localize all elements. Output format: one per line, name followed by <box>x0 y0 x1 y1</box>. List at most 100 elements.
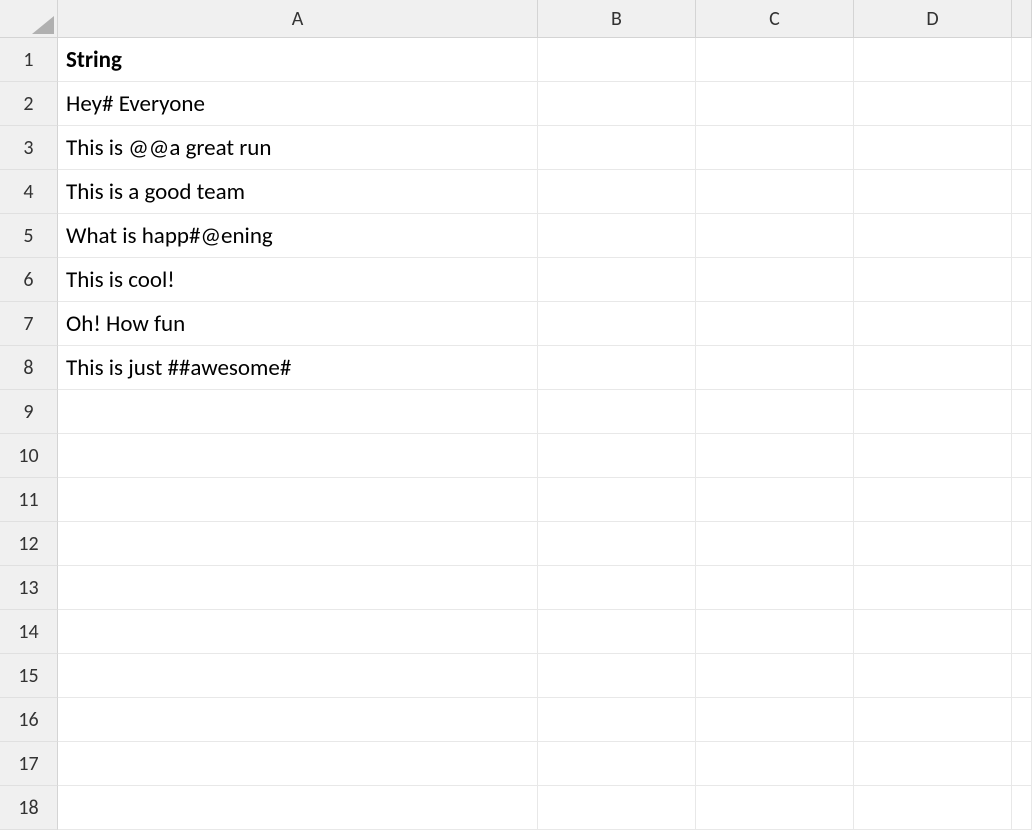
row-header-6[interactable]: 6 <box>0 258 58 302</box>
cell-D17[interactable] <box>854 742 1012 786</box>
cell-E10[interactable] <box>1012 434 1032 478</box>
cell-C2[interactable] <box>696 82 854 126</box>
row-header-1[interactable]: 1 <box>0 38 58 82</box>
cell-C1[interactable] <box>696 38 854 82</box>
cell-C8[interactable] <box>696 346 854 390</box>
cell-D10[interactable] <box>854 434 1012 478</box>
cell-D1[interactable] <box>854 38 1012 82</box>
cell-D15[interactable] <box>854 654 1012 698</box>
row-header-9[interactable]: 9 <box>0 390 58 434</box>
cell-B10[interactable] <box>538 434 696 478</box>
cell-E18[interactable] <box>1012 786 1032 830</box>
cell-E1[interactable] <box>1012 38 1032 82</box>
cell-D4[interactable] <box>854 170 1012 214</box>
col-header-B[interactable]: B <box>538 0 696 38</box>
cell-D5[interactable] <box>854 214 1012 258</box>
cell-E11[interactable] <box>1012 478 1032 522</box>
cell-E3[interactable] <box>1012 126 1032 170</box>
cell-C12[interactable] <box>696 522 854 566</box>
cell-D2[interactable] <box>854 82 1012 126</box>
cell-A2[interactable]: Hey# Everyone <box>58 82 538 126</box>
cell-D14[interactable] <box>854 610 1012 654</box>
cell-C4[interactable] <box>696 170 854 214</box>
cell-A12[interactable] <box>58 522 538 566</box>
cell-B15[interactable] <box>538 654 696 698</box>
cell-C3[interactable] <box>696 126 854 170</box>
cell-E17[interactable] <box>1012 742 1032 786</box>
cell-A10[interactable] <box>58 434 538 478</box>
row-header-8[interactable]: 8 <box>0 346 58 390</box>
cell-C13[interactable] <box>696 566 854 610</box>
cell-E16[interactable] <box>1012 698 1032 742</box>
cell-D8[interactable] <box>854 346 1012 390</box>
cell-A7[interactable]: Oh! How fun <box>58 302 538 346</box>
col-header-A[interactable]: A <box>58 0 538 38</box>
cell-B4[interactable] <box>538 170 696 214</box>
row-header-7[interactable]: 7 <box>0 302 58 346</box>
cell-E9[interactable] <box>1012 390 1032 434</box>
cell-B12[interactable] <box>538 522 696 566</box>
cell-C10[interactable] <box>696 434 854 478</box>
select-all-corner[interactable] <box>0 0 58 38</box>
cell-D3[interactable] <box>854 126 1012 170</box>
cell-A16[interactable] <box>58 698 538 742</box>
row-header-13[interactable]: 13 <box>0 566 58 610</box>
cell-A6[interactable]: This is cool! <box>58 258 538 302</box>
cell-C11[interactable] <box>696 478 854 522</box>
cell-E13[interactable] <box>1012 566 1032 610</box>
cell-E12[interactable] <box>1012 522 1032 566</box>
cell-B13[interactable] <box>538 566 696 610</box>
cell-B6[interactable] <box>538 258 696 302</box>
cell-B1[interactable] <box>538 38 696 82</box>
col-header-extra[interactable] <box>1012 0 1032 38</box>
cell-B5[interactable] <box>538 214 696 258</box>
cell-E6[interactable] <box>1012 258 1032 302</box>
cell-D6[interactable] <box>854 258 1012 302</box>
row-header-11[interactable]: 11 <box>0 478 58 522</box>
cell-B2[interactable] <box>538 82 696 126</box>
cell-B11[interactable] <box>538 478 696 522</box>
cell-B17[interactable] <box>538 742 696 786</box>
row-header-14[interactable]: 14 <box>0 610 58 654</box>
row-header-5[interactable]: 5 <box>0 214 58 258</box>
cell-C9[interactable] <box>696 390 854 434</box>
cell-D12[interactable] <box>854 522 1012 566</box>
row-header-15[interactable]: 15 <box>0 654 58 698</box>
col-header-C[interactable]: C <box>696 0 854 38</box>
cell-A8[interactable]: This is just ##awesome# <box>58 346 538 390</box>
cell-B3[interactable] <box>538 126 696 170</box>
cell-C5[interactable] <box>696 214 854 258</box>
row-header-12[interactable]: 12 <box>0 522 58 566</box>
row-header-17[interactable]: 17 <box>0 742 58 786</box>
cell-C15[interactable] <box>696 654 854 698</box>
cell-A18[interactable] <box>58 786 538 830</box>
cell-C6[interactable] <box>696 258 854 302</box>
cell-D11[interactable] <box>854 478 1012 522</box>
cell-A17[interactable] <box>58 742 538 786</box>
cell-A13[interactable] <box>58 566 538 610</box>
cell-C18[interactable] <box>696 786 854 830</box>
cell-E4[interactable] <box>1012 170 1032 214</box>
row-header-4[interactable]: 4 <box>0 170 58 214</box>
cell-A4[interactable]: This is a good team <box>58 170 538 214</box>
cell-C7[interactable] <box>696 302 854 346</box>
cell-A5[interactable]: What is happ#@ening <box>58 214 538 258</box>
cell-B14[interactable] <box>538 610 696 654</box>
cell-A11[interactable] <box>58 478 538 522</box>
cell-E8[interactable] <box>1012 346 1032 390</box>
col-header-D[interactable]: D <box>854 0 1012 38</box>
cell-E5[interactable] <box>1012 214 1032 258</box>
cell-A15[interactable] <box>58 654 538 698</box>
cell-A1[interactable]: String <box>58 38 538 82</box>
cell-C16[interactable] <box>696 698 854 742</box>
cell-E7[interactable] <box>1012 302 1032 346</box>
cell-E14[interactable] <box>1012 610 1032 654</box>
cell-D18[interactable] <box>854 786 1012 830</box>
cell-C14[interactable] <box>696 610 854 654</box>
cell-A9[interactable] <box>58 390 538 434</box>
cell-D9[interactable] <box>854 390 1012 434</box>
cell-A3[interactable]: This is @@a great run <box>58 126 538 170</box>
cell-B18[interactable] <box>538 786 696 830</box>
row-header-3[interactable]: 3 <box>0 126 58 170</box>
cell-E2[interactable] <box>1012 82 1032 126</box>
